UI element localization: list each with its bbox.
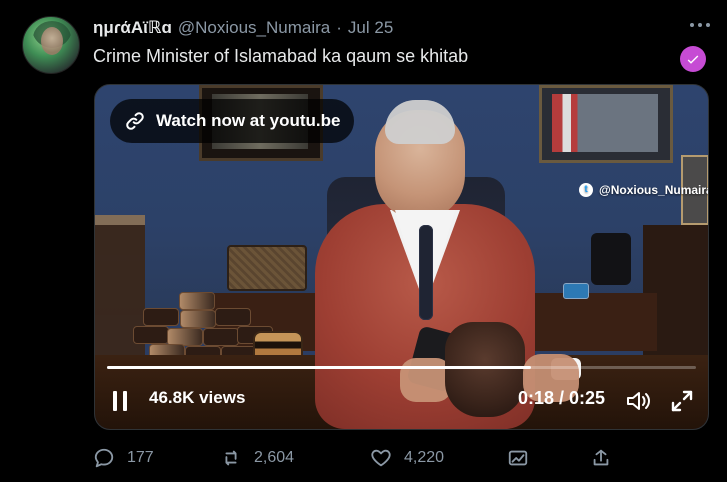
polish-jar: [133, 326, 169, 344]
polish-jar: [215, 308, 251, 326]
user-handle[interactable]: @Noxious_Numaira: [178, 18, 330, 38]
polish-jar: [179, 292, 215, 310]
tweet: ημɾάΑϊℝɑ @Noxious_Numaira · Jul 25 Crime…: [0, 0, 727, 482]
watermark-text: @Noxious_Numaira: [599, 183, 709, 197]
video-watermark: t @Noxious_Numaira: [579, 183, 709, 197]
checkmark-icon: [687, 55, 699, 64]
progress-bar[interactable]: [107, 366, 696, 369]
reply-button[interactable]: 177: [93, 444, 220, 472]
tweet-date[interactable]: Jul 25: [348, 18, 393, 38]
share-icon: [590, 447, 612, 469]
link-icon: [126, 112, 144, 130]
watch-now-label: Watch now at youtu.be: [156, 111, 341, 130]
share-button[interactable]: [582, 444, 612, 472]
retweet-icon: [220, 447, 242, 469]
pause-button[interactable]: [107, 388, 133, 414]
progress-fill: [107, 366, 532, 369]
like-button[interactable]: 4,220: [370, 444, 507, 472]
analytics-button[interactable]: [507, 444, 582, 472]
volume-button[interactable]: [624, 388, 652, 414]
tweet-text: Crime Minister of Islamabad ka qaum se k…: [93, 46, 469, 66]
display-name[interactable]: ημɾάΑϊℝɑ: [93, 18, 172, 38]
avatar[interactable]: [22, 16, 80, 74]
verified-badge: [680, 46, 706, 72]
video-controls: 46.8K views 0:18 / 0:25: [95, 355, 708, 429]
polish-jar: [180, 310, 216, 328]
video-player[interactable]: Watch now at youtu.be t @Noxious_Numaira…: [94, 84, 709, 430]
separator-dot: ·: [336, 18, 342, 37]
reply-count: 177: [127, 449, 154, 466]
retweet-count: 2,604: [254, 449, 295, 466]
twitter-bird-icon: t: [579, 183, 593, 197]
retweet-button[interactable]: 2,604: [220, 444, 370, 472]
fullscreen-button[interactable]: [668, 387, 696, 415]
tweet-header: ημɾάΑϊℝɑ @Noxious_Numaira · Jul 25: [93, 16, 393, 40]
watch-now-button[interactable]: Watch now at youtu.be: [110, 99, 355, 143]
more-icon[interactable]: [685, 14, 715, 36]
controls-row: 46.8K views 0:18 / 0:25: [95, 381, 708, 421]
reply-icon: [93, 447, 115, 469]
more-horizontal-icon: [690, 23, 710, 27]
like-count: 4,220: [404, 449, 445, 466]
hair: [385, 100, 455, 144]
polish-jar: [203, 328, 239, 346]
fullscreen-icon: [671, 390, 693, 412]
heart-icon: [370, 447, 392, 469]
pause-icon: [113, 391, 127, 411]
polish-jar: [143, 308, 179, 326]
time-display: 0:18 / 0:25: [518, 388, 606, 408]
volume-icon: [627, 392, 650, 410]
coffee-machine: [591, 233, 631, 285]
tie: [419, 225, 433, 320]
view-count: 46.8K views: [149, 388, 246, 407]
analytics-icon: [507, 447, 529, 469]
tweet-actions: 177 2,604 4,220: [93, 444, 613, 472]
avatar-face: [41, 27, 63, 55]
